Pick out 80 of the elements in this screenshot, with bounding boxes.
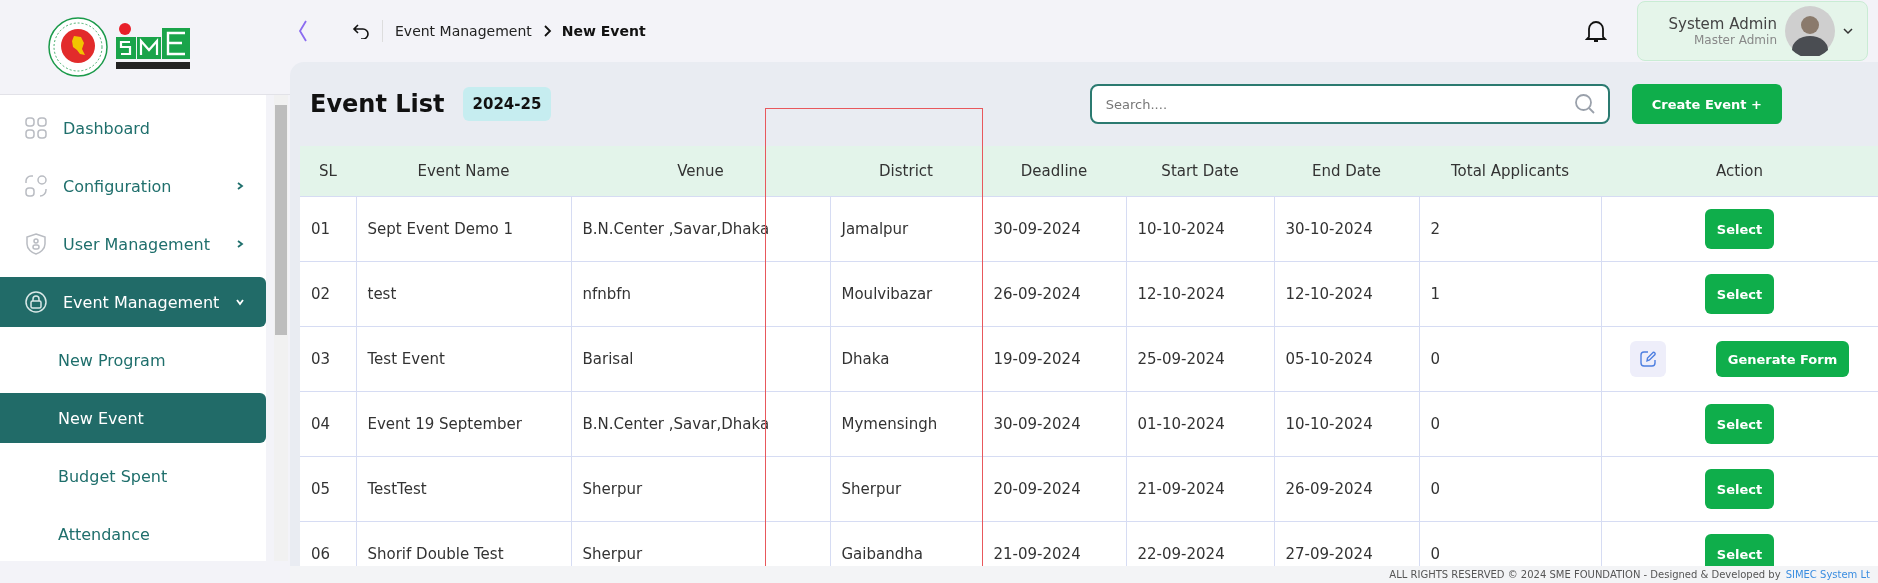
table-cell: 2: [1419, 196, 1601, 262]
column-header: Venue: [571, 146, 830, 197]
table-cell: 0: [1419, 326, 1601, 392]
column-header: Deadline: [982, 146, 1126, 197]
table-cell: 10-10-2024: [1126, 196, 1274, 262]
pencil-icon: [1638, 350, 1657, 368]
footer-text: ALL RIGHTS RESERVED © 2024 SME FOUNDATION - Designed & Developed by: [1389, 569, 1781, 580]
emblem-icon: [47, 16, 109, 78]
table-cell: 0: [1419, 456, 1601, 522]
footer-link[interactable]: SIMEC System Lt: [1785, 569, 1870, 580]
breadcrumb-link[interactable]: Event Management: [395, 23, 532, 39]
edit-button[interactable]: [1629, 341, 1666, 377]
lock-icon: [25, 291, 47, 313]
page-title: Event List: [310, 90, 445, 118]
chevron-icon: [236, 298, 244, 306]
column-header: Start Date: [1126, 146, 1274, 197]
sidebar-item[interactable]: Dashboard: [0, 103, 266, 153]
table-cell: 30-10-2024: [1274, 196, 1419, 262]
sidebar-subitem[interactable]: Attendance: [0, 509, 266, 559]
user-name: System Admin: [1668, 15, 1777, 33]
chevron-icon: [1843, 27, 1853, 35]
scrollbar[interactable]: [274, 95, 288, 561]
column-header: Action: [1601, 146, 1878, 197]
table-cell: 01-10-2024: [1126, 391, 1274, 457]
table-cell: 25-09-2024: [1126, 326, 1274, 392]
search-field[interactable]: Search....: [1089, 84, 1610, 124]
table-cell: 26-09-2024: [982, 261, 1126, 327]
table-cell: Jamalpur: [830, 196, 982, 262]
chevron-icon: [236, 240, 244, 248]
table-cell: 1: [1419, 261, 1601, 327]
table-cell: 03: [300, 326, 356, 392]
table-cell: 30-09-2024: [982, 391, 1126, 457]
table-cell: 20-09-2024: [982, 456, 1126, 522]
table-cell: test: [356, 261, 571, 327]
table-cell: 05-10-2024: [1274, 326, 1419, 392]
sidebar-item[interactable]: User Management: [0, 219, 266, 269]
user-menu[interactable]: System Admin Master Admin: [1637, 1, 1868, 61]
back-icon[interactable]: [352, 23, 370, 39]
sme-logo-icon: [113, 22, 193, 72]
table-cell: 05: [300, 456, 356, 522]
collapse-icon[interactable]: [298, 20, 308, 42]
breadcrumb-current: New Event: [561, 23, 646, 39]
table-cell: 19-09-2024: [982, 326, 1126, 392]
table-cell: 21-09-2024: [1126, 456, 1274, 522]
table-cell: 10-10-2024: [1274, 391, 1419, 457]
table-cell: 30-09-2024: [982, 196, 1126, 262]
table-cell: 12-10-2024: [1274, 261, 1419, 327]
shapes-icon: [25, 175, 47, 197]
notification-icon[interactable]: [1585, 19, 1608, 43]
sidebar-subitem[interactable]: New Event: [0, 393, 266, 443]
user-role: Master Admin: [1693, 33, 1777, 47]
table-cell: Event 19 September: [356, 391, 571, 457]
table-cell: 02: [300, 261, 356, 327]
table-cell: TestTest: [356, 456, 571, 522]
table-cell: 04: [300, 391, 356, 457]
table-cell: Sherpur: [571, 456, 830, 522]
table-cell: Barisal: [571, 326, 830, 392]
table-cell: 26-09-2024: [1274, 456, 1419, 522]
grid-icon: [25, 117, 47, 139]
search-icon: [1573, 93, 1596, 115]
sidebar-item[interactable]: Configuration: [0, 161, 266, 211]
year-badge: 2024-25: [462, 87, 552, 121]
shield-icon: [25, 233, 47, 255]
avatar-icon: [1785, 6, 1835, 56]
column-header: Total Applicants: [1419, 146, 1601, 197]
sidebar-item[interactable]: Event Management: [0, 277, 266, 327]
table-cell: 0: [1419, 391, 1601, 457]
table-cell: 01: [300, 196, 356, 262]
column-header: Event Name: [356, 146, 571, 197]
column-header: SL: [300, 146, 356, 197]
chevron-icon: [236, 182, 244, 190]
sidebar-subitem[interactable]: New Program: [0, 335, 266, 385]
column-header: End Date: [1274, 146, 1419, 197]
chevron-icon: [541, 25, 552, 37]
sidebar-subitem[interactable]: Budget Spent: [0, 451, 266, 501]
table-cell: nfnbfn: [571, 261, 830, 327]
table-cell: Test Event: [356, 326, 571, 392]
column-header: District: [830, 146, 982, 197]
table-cell: Sept Event Demo 1: [356, 196, 571, 262]
table-cell: 12-10-2024: [1126, 261, 1274, 327]
